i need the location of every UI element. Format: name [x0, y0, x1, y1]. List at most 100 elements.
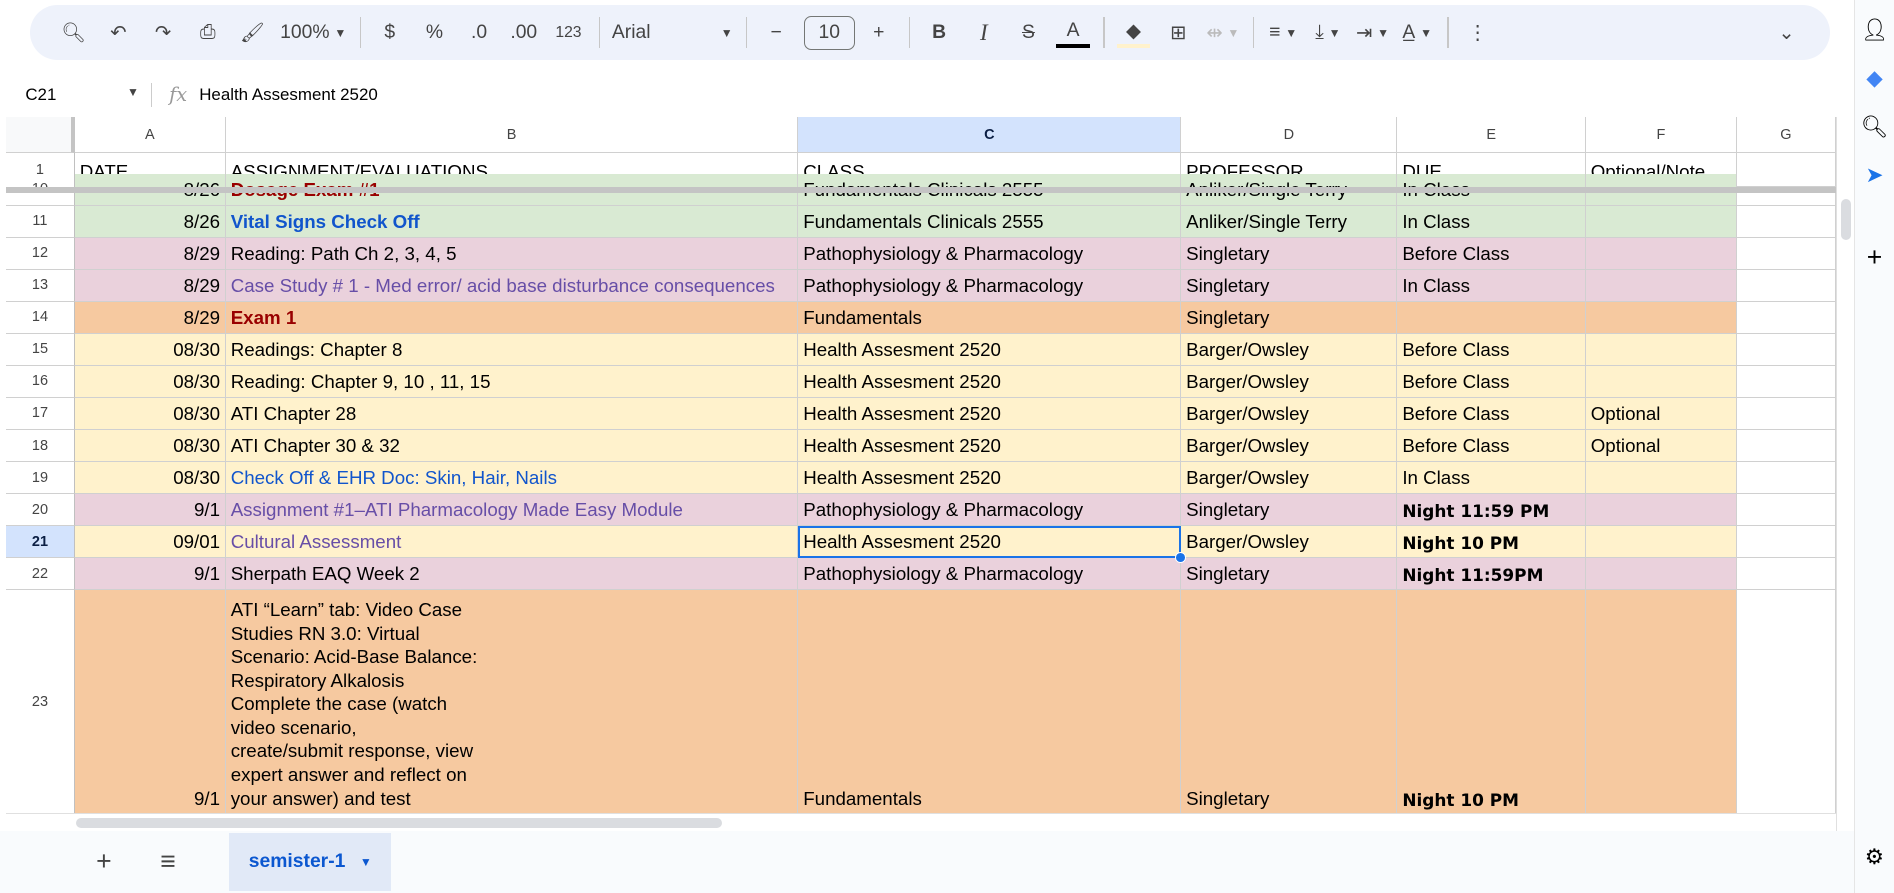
assignment-cell[interactable]: Sherpath EAQ Week 2 — [225, 558, 799, 591]
extra-cell[interactable] — [1736, 430, 1836, 462]
search-icon[interactable]: 🔍︎ — [1861, 114, 1889, 145]
row-header[interactable]: 21 — [6, 526, 75, 559]
contacts-icon[interactable]: 👤︎ — [1861, 17, 1889, 48]
note-cell[interactable] — [1585, 333, 1737, 366]
add-sheet-icon[interactable]: + — [87, 844, 121, 880]
class-cell[interactable]: Fundamentals Clinicals 2555 — [798, 205, 1182, 238]
extra-cell[interactable] — [1736, 269, 1836, 302]
italic-button[interactable]: I — [967, 14, 1001, 50]
extra-cell[interactable] — [1736, 462, 1836, 494]
strikethrough-icon[interactable]: S — [1012, 14, 1046, 50]
column-header-f[interactable]: F — [1585, 117, 1737, 154]
extra-cell[interactable] — [1736, 494, 1836, 527]
date-cell[interactable]: 09/01 — [74, 526, 226, 559]
note-cell[interactable] — [1585, 301, 1737, 334]
scroll-thumb[interactable] — [1840, 199, 1852, 241]
extra-cell[interactable] — [1736, 333, 1836, 366]
row-header[interactable]: 23 — [6, 590, 75, 813]
assignment-cell[interactable]: Exam 1 — [225, 301, 799, 334]
class-cell[interactable]: Fundamentals — [798, 590, 1182, 813]
corner-select-all[interactable] — [6, 117, 75, 154]
professor-cell[interactable]: Anliker/Single Terry — [1181, 205, 1398, 238]
column-header-e[interactable]: E — [1397, 117, 1586, 154]
zoom-select[interactable]: 100% ▼ — [280, 14, 346, 50]
row-header[interactable]: 16 — [6, 365, 75, 398]
class-cell[interactable]: Health Assesment 2520 — [798, 430, 1182, 462]
note-cell[interactable] — [1585, 494, 1737, 527]
due-cell[interactable]: In Class — [1397, 205, 1586, 238]
date-cell[interactable]: 8/29 — [74, 237, 226, 270]
extra-cell[interactable] — [1736, 205, 1836, 238]
font-select[interactable]: Arial ▼ — [612, 14, 733, 50]
note-cell[interactable] — [1585, 526, 1737, 559]
due-cell[interactable]: Night 10 PM — [1397, 590, 1586, 813]
assignment-cell[interactable]: Cultural Assessment — [225, 526, 799, 559]
assignment-cell[interactable]: ATI “Learn” tab: Video Case Studies RN 3… — [225, 590, 799, 813]
note-cell[interactable] — [1585, 365, 1737, 398]
row-header[interactable]: 12 — [6, 237, 75, 270]
decrease-decimal-button[interactable]: .0 — [462, 14, 496, 50]
due-cell[interactable]: Before Class — [1397, 430, 1586, 462]
column-header-d[interactable]: D — [1181, 117, 1398, 154]
sheet-tab[interactable]: semister-1 ▼ — [229, 832, 392, 891]
date-cell[interactable]: 8/29 — [74, 301, 226, 334]
row-header[interactable]: 18 — [6, 430, 75, 462]
row-header[interactable]: 14 — [6, 301, 75, 334]
due-cell[interactable]: Night 10 PM — [1397, 526, 1586, 559]
date-cell[interactable]: 08/30 — [74, 333, 226, 366]
row-header[interactable]: 19 — [6, 462, 75, 494]
vertical-scrollbar[interactable] — [1836, 117, 1855, 832]
spreadsheet-grid[interactable]: A B C D E F G 1 DATE ASSIGNMENT/EVALUATIONS CLASS P… — [6, 117, 1836, 813]
class-cell[interactable]: Health Assesment 2520 — [798, 333, 1182, 366]
formula-input[interactable]: Health Assesment 2520 — [199, 85, 378, 105]
currency-button[interactable]: $ — [373, 14, 407, 50]
professor-cell[interactable]: Barger/Owsley — [1181, 526, 1398, 559]
fill-color-icon[interactable]: ◆ — [1116, 17, 1151, 49]
class-cell[interactable]: Health Assesment 2520 — [798, 397, 1182, 430]
professor-cell[interactable]: Singletary — [1181, 237, 1398, 270]
search-icon[interactable]: 🔍︎ — [57, 14, 91, 50]
note-cell[interactable] — [1585, 462, 1737, 494]
professor-cell[interactable]: Singletary — [1181, 558, 1398, 591]
date-cell[interactable]: 9/1 — [74, 558, 226, 591]
class-cell[interactable]: Fundamentals — [798, 301, 1182, 334]
assignment-cell[interactable]: Case Study # 1 - Med error/ acid base di… — [225, 269, 799, 302]
professor-cell[interactable]: Singletary — [1181, 301, 1398, 334]
all-sheets-icon[interactable]: ≡ — [151, 844, 185, 880]
settings-icon[interactable]: ⚙ — [1865, 844, 1885, 875]
redo-icon[interactable]: ↷ — [146, 14, 180, 50]
professor-cell[interactable]: Barger/Owsley — [1181, 365, 1398, 398]
borders-icon[interactable]: ⊞ — [1161, 14, 1195, 50]
text-wrap-icon[interactable]: ⇥ ▼ — [1356, 14, 1390, 50]
professor-cell[interactable]: Barger/Owsley — [1181, 462, 1398, 494]
row-header[interactable]: 22 — [6, 558, 75, 591]
due-cell[interactable]: Night 11:59 PM — [1397, 494, 1586, 527]
note-cell[interactable] — [1585, 269, 1737, 302]
due-cell[interactable]: Before Class — [1397, 237, 1586, 270]
date-cell[interactable]: 08/30 — [74, 462, 226, 494]
horizontal-scrollbar[interactable] — [6, 812, 1836, 831]
assignment-cell[interactable]: Reading: Chapter 9, 10 , 11, 15 — [225, 365, 799, 398]
increase-decimal-button[interactable]: .00 — [507, 14, 541, 50]
extra-cell[interactable] — [1736, 558, 1836, 591]
assignment-cell[interactable]: ATI Chapter 28 — [225, 397, 799, 430]
class-cell[interactable]: Pathophysiology & Pharmacology — [798, 269, 1182, 302]
horizontal-align-icon[interactable]: ≡ ▼ — [1266, 14, 1300, 50]
class-cell[interactable]: Health Assesment 2520 — [798, 462, 1182, 494]
due-cell[interactable] — [1397, 301, 1586, 334]
note-cell[interactable]: Optional — [1585, 430, 1737, 462]
merge-cells-icon[interactable]: ⇹ ▼ — [1206, 14, 1240, 50]
column-header-b[interactable]: B — [225, 117, 799, 154]
extra-cell[interactable] — [1736, 397, 1836, 430]
font-size-input[interactable]: 10 — [803, 15, 855, 50]
extra-cell[interactable] — [1736, 301, 1836, 334]
row-header[interactable]: 17 — [6, 397, 75, 430]
row-header[interactable]: 11 — [6, 205, 75, 238]
assignment-cell[interactable]: ATI Chapter 30 & 32 — [225, 430, 799, 462]
extra-cell[interactable] — [1736, 365, 1836, 398]
extra-cell[interactable] — [1736, 526, 1836, 559]
date-cell[interactable]: 9/1 — [74, 494, 226, 527]
print-icon[interactable]: ⎙ — [191, 14, 225, 50]
assignment-cell[interactable]: Vital Signs Check Off — [225, 205, 799, 238]
date-cell[interactable]: 08/30 — [74, 365, 226, 398]
